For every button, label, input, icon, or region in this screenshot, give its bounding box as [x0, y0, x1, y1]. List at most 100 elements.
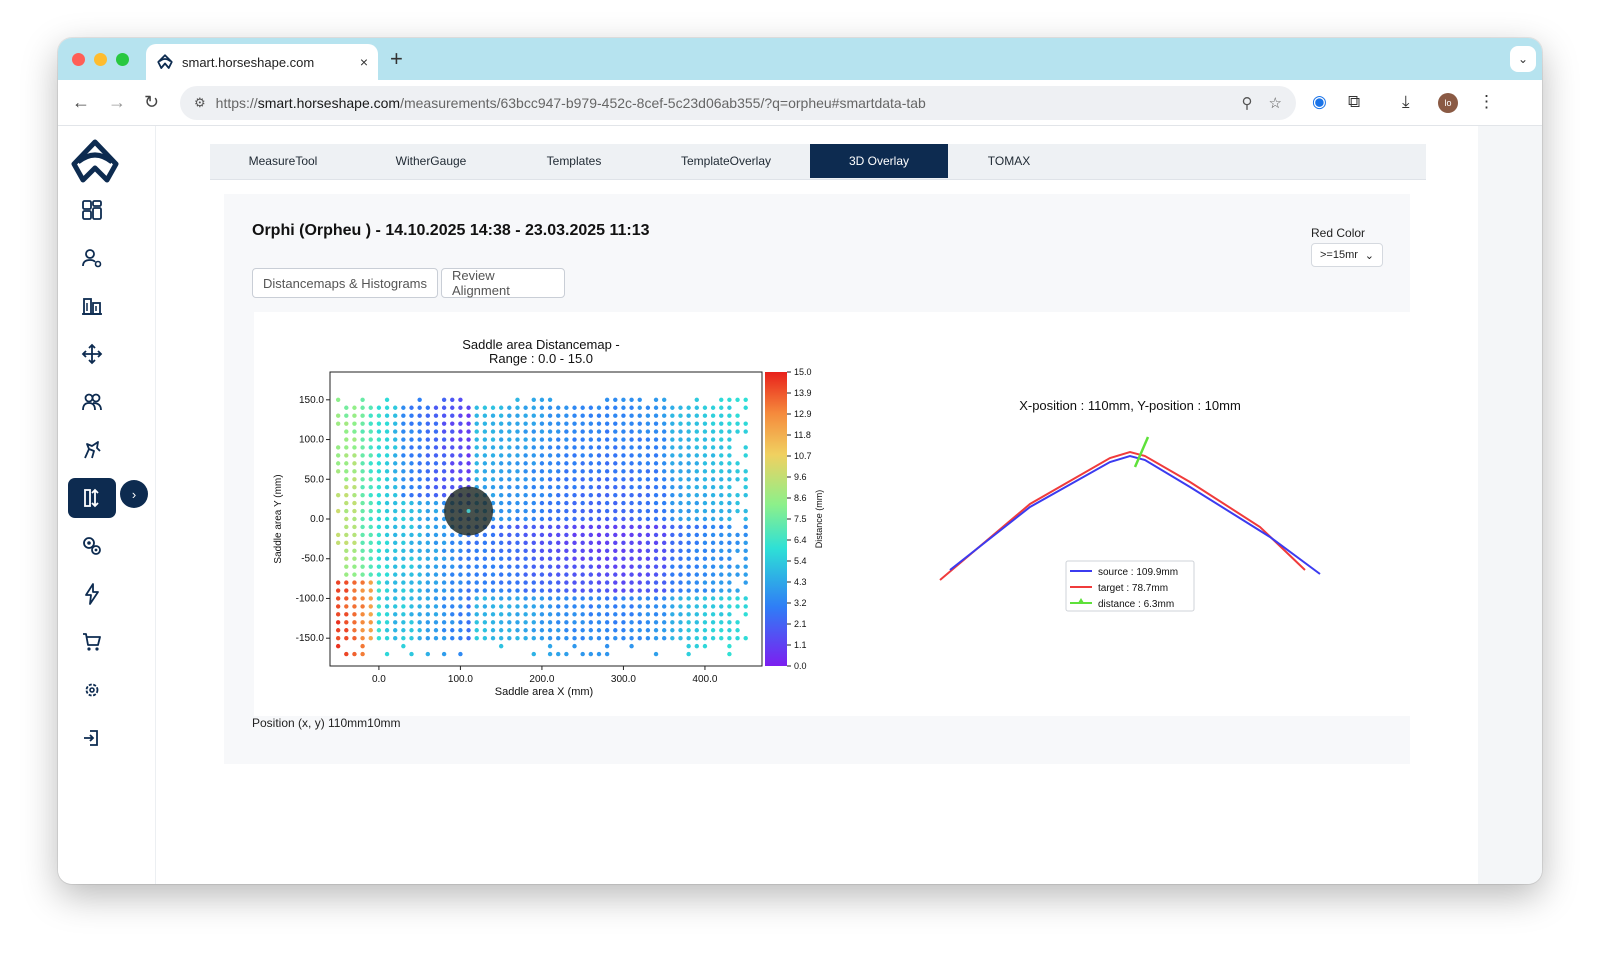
- red-color-select[interactable]: >=15mr ⌄: [1311, 243, 1383, 267]
- distance-point: [547, 548, 553, 553]
- address-bar[interactable]: ⚙ https://smart.horseshape.com/measureme…: [180, 86, 1296, 120]
- distance-point: [596, 429, 602, 434]
- distance-point: [710, 540, 716, 546]
- distance-point: [384, 651, 390, 657]
- url-text[interactable]: https://smart.horseshape.com/measurement…: [216, 95, 1226, 111]
- tab-3d-overlay[interactable]: 3D Overlay: [810, 144, 948, 178]
- distance-point: [661, 604, 667, 609]
- distance-point: [686, 485, 691, 490]
- browser-menu-icon[interactable]: ⋮: [1478, 92, 1495, 112]
- tab-measuretool[interactable]: MeasureTool: [210, 144, 356, 178]
- y-tick-label: -50.0: [301, 554, 324, 565]
- back-arrow-icon[interactable]: ←: [72, 92, 90, 113]
- distance-point: [515, 461, 520, 466]
- distance-point: [735, 564, 740, 569]
- sidebar-item-measurements[interactable]: [68, 478, 116, 518]
- distance-point: [743, 524, 748, 530]
- distance-point: [515, 628, 520, 633]
- distance-point: [393, 405, 398, 410]
- close-window-button[interactable]: [72, 53, 85, 66]
- sidebar-item-settings[interactable]: [68, 670, 116, 710]
- distance-point: [727, 500, 732, 506]
- zoom-icon[interactable]: ⚲: [1242, 94, 1253, 112]
- distancemaps-histograms-button[interactable]: Distancemaps & Histograms: [252, 268, 438, 298]
- distance-point: [670, 540, 675, 546]
- distance-point: [433, 635, 439, 641]
- distance-point: [702, 500, 708, 506]
- distance-point: [621, 580, 626, 585]
- distance-point: [539, 596, 545, 601]
- sidebar-item-logout[interactable]: [68, 718, 116, 758]
- distance-point: [368, 564, 373, 569]
- distance-point: [368, 524, 373, 530]
- distance-point: [417, 469, 422, 474]
- tab-templateoverlay[interactable]: TemplateOverlay: [642, 144, 810, 178]
- sidebar-expand-button[interactable]: ›: [120, 480, 148, 508]
- distance-point: [539, 453, 545, 458]
- distance-point: [719, 397, 724, 403]
- sidebar-item-dashboard[interactable]: [68, 190, 116, 230]
- tab-withergauge[interactable]: WitherGauge: [356, 144, 506, 178]
- distancemap-subtitle: Range : 0.0 - 15.0: [489, 351, 593, 366]
- sidebar-item-shop[interactable]: [68, 622, 116, 662]
- distance-point: [547, 596, 553, 601]
- app-sidebar: ›: [58, 126, 156, 884]
- distance-point: [678, 572, 683, 577]
- new-tab-button[interactable]: +: [390, 46, 403, 72]
- minimize-window-button[interactable]: [94, 53, 107, 66]
- site-info-icon[interactable]: ⚙: [194, 95, 206, 111]
- distance-point: [686, 469, 691, 474]
- distance-point: [466, 572, 471, 577]
- distancemap-title: Saddle area Distancemap -: [462, 337, 620, 352]
- distance-point: [661, 572, 667, 577]
- maximize-window-button[interactable]: [116, 53, 129, 66]
- cart-icon: [83, 633, 101, 651]
- distance-point: [515, 469, 520, 474]
- tab-tomax[interactable]: TOMAX: [948, 144, 1070, 178]
- sidebar-item-team[interactable]: [68, 382, 116, 422]
- download-icon[interactable]: ⤓: [1402, 92, 1410, 112]
- horseshape-logo[interactable]: [67, 136, 123, 186]
- distance-point: [507, 413, 512, 418]
- sidebar-item-buildings[interactable]: [68, 286, 116, 326]
- sidebar-item-tools[interactable]: [68, 526, 116, 566]
- forward-arrow-icon[interactable]: →: [108, 92, 126, 113]
- distance-point: [588, 405, 594, 410]
- tab-search-chevron-icon[interactable]: ⌄: [1510, 46, 1536, 72]
- distance-point: [588, 540, 594, 546]
- sidebar-item-users[interactable]: [68, 238, 116, 278]
- browser-tab[interactable]: smart.horseshape.com ×: [146, 44, 378, 80]
- extensions-icon[interactable]: ⧉: [1348, 92, 1360, 112]
- distance-point: [474, 437, 479, 442]
- distance-point: [727, 461, 732, 466]
- bookmark-star-icon[interactable]: ☆: [1269, 94, 1282, 112]
- distance-point: [409, 405, 414, 410]
- distance-point: [661, 397, 667, 403]
- sidebar-item-quick-actions[interactable]: [68, 574, 116, 614]
- sidebar-item-move[interactable]: [68, 334, 116, 374]
- distance-point: [531, 405, 536, 410]
- close-tab-icon[interactable]: ×: [360, 54, 368, 70]
- distance-point: [686, 437, 691, 442]
- tab-templates[interactable]: Templates: [506, 144, 642, 178]
- distance-point: [539, 485, 545, 490]
- distance-point: [604, 500, 610, 506]
- review-alignment-button[interactable]: Review Alignment: [441, 268, 565, 298]
- distance-point: [425, 612, 431, 617]
- distance-point: [425, 620, 431, 625]
- distance-point: [417, 453, 422, 458]
- distance-point: [710, 572, 716, 577]
- distance-point: [441, 572, 447, 577]
- distance-point: [393, 413, 398, 418]
- password-manager-icon[interactable]: ◉: [1312, 92, 1327, 112]
- distance-point: [409, 604, 414, 609]
- distance-point: [596, 572, 602, 577]
- sidebar-item-horses[interactable]: [68, 430, 116, 470]
- reload-icon[interactable]: ↻: [144, 92, 159, 113]
- profile-avatar[interactable]: lo: [1438, 93, 1458, 113]
- colorbar-tick-label: 3.2: [794, 598, 807, 608]
- distance-point: [425, 580, 431, 585]
- distance-point: [531, 397, 536, 403]
- distance-point: [384, 556, 390, 561]
- distance-point: [710, 453, 716, 458]
